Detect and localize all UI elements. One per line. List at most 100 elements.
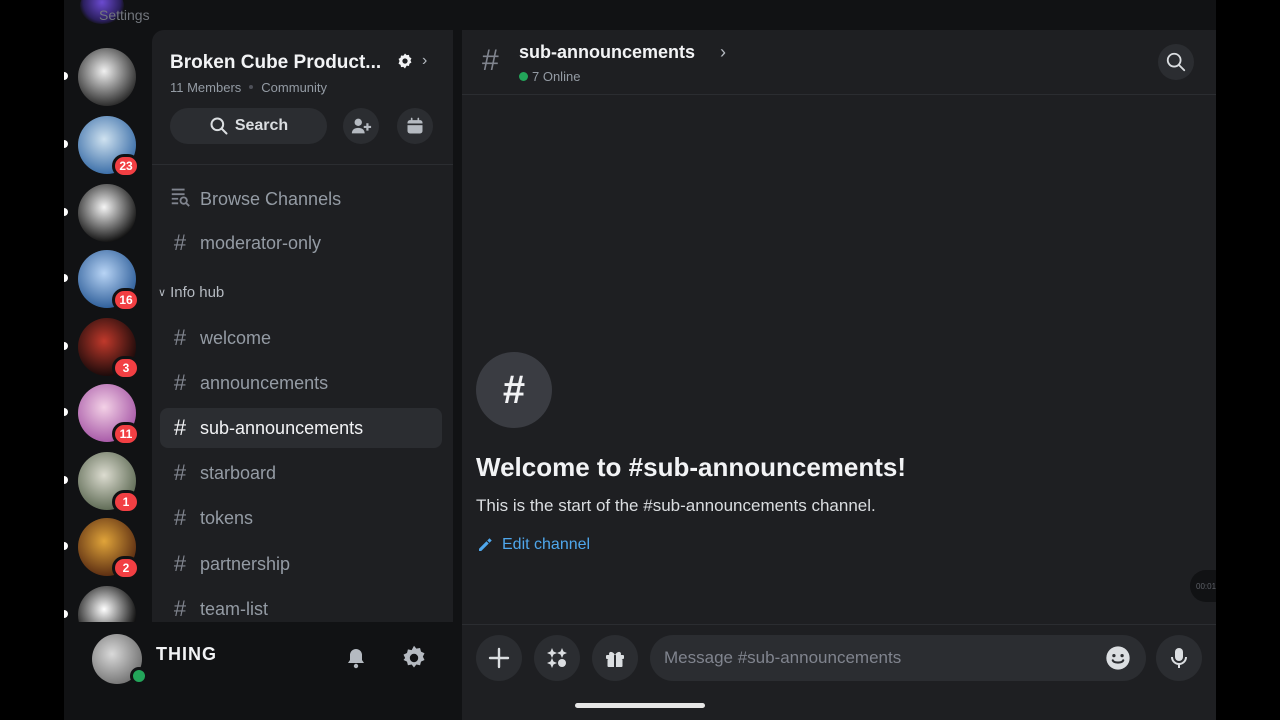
calendar-icon xyxy=(407,117,423,134)
channel-partnership[interactable]: # partnership xyxy=(160,544,442,584)
voice-message-button[interactable] xyxy=(1156,635,1202,681)
unread-pill xyxy=(64,408,68,416)
apps-button[interactable] xyxy=(534,635,580,681)
mention-badge: 3 xyxy=(112,356,140,380)
notifications-button[interactable] xyxy=(340,642,372,674)
server-icon-1[interactable] xyxy=(78,48,136,106)
online-dot-icon xyxy=(519,72,528,81)
channel-tokens[interactable]: # tokens xyxy=(160,498,442,538)
unread-pill xyxy=(64,610,68,618)
browse-icon xyxy=(160,185,200,213)
online-count: 7 Online xyxy=(519,69,580,84)
mention-badge: 23 xyxy=(112,154,140,178)
header-search-button[interactable] xyxy=(1158,44,1194,80)
welcome-subtitle: This is the start of the #sub-announceme… xyxy=(476,496,876,515)
chevron-right-icon[interactable]: › xyxy=(720,42,726,63)
invite-button[interactable] xyxy=(343,108,379,144)
user-settings-button[interactable] xyxy=(398,642,430,674)
hash-icon: # xyxy=(173,551,187,576)
plus-icon xyxy=(488,647,510,669)
unread-pill xyxy=(64,72,68,80)
events-button[interactable] xyxy=(397,108,433,144)
member-count: 11 Members xyxy=(170,80,242,95)
search-button[interactable]: Search xyxy=(170,108,327,144)
channel-label: announcements xyxy=(200,372,329,393)
gear-icon xyxy=(403,645,425,668)
chevron-down-icon: ∨ xyxy=(158,287,167,299)
search-label: Search xyxy=(234,117,289,134)
server-icon-9[interactable] xyxy=(78,586,136,622)
server-icon-4[interactable]: 16 xyxy=(78,250,140,312)
server-icon-3[interactable] xyxy=(78,184,136,242)
apps-icon xyxy=(547,648,567,668)
channel-moderator-only[interactable]: # moderator-only xyxy=(160,223,442,263)
discord-app: Settings 23 16 3 11 1 2 Broken Cube Prod… xyxy=(64,0,1216,720)
bell-icon xyxy=(348,649,364,669)
hash-icon: # xyxy=(173,460,187,485)
hash-icon: # xyxy=(173,596,187,621)
unread-pill xyxy=(64,208,68,216)
guild-settings-icon[interactable] xyxy=(396,52,414,75)
status-bar: Settings xyxy=(64,0,1216,28)
edit-channel-label: Edit channel xyxy=(502,536,591,553)
user-name[interactable]: THING xyxy=(156,644,217,665)
hash-icon: # xyxy=(173,415,187,440)
microphone-icon xyxy=(1171,648,1187,668)
search-icon xyxy=(210,117,228,135)
browse-channels-item[interactable]: Browse Channels xyxy=(160,179,442,219)
unread-pill xyxy=(64,342,68,350)
channel-label: partnership xyxy=(200,553,291,574)
server-icon-5[interactable]: 3 xyxy=(78,318,140,380)
guild-meta: 11 Members Community xyxy=(170,80,327,95)
unread-pill xyxy=(64,542,68,550)
category-info-hub[interactable]: ∨ Info hub xyxy=(158,284,224,301)
server-icon-7[interactable]: 1 xyxy=(78,452,140,514)
server-icon-8[interactable]: 2 xyxy=(78,518,140,580)
channel-label: starboard xyxy=(200,462,277,483)
search-icon xyxy=(1166,52,1186,72)
mention-badge: 11 xyxy=(112,422,140,446)
chevron-right-icon[interactable]: › xyxy=(422,52,427,70)
message-input[interactable]: Message #sub-announcements xyxy=(650,635,1146,681)
channel-title[interactable]: sub-announcements xyxy=(519,42,695,63)
server-icon-2[interactable]: 23 xyxy=(78,116,140,178)
pencil-icon xyxy=(479,538,492,551)
guild-name[interactable]: Broken Cube Product... xyxy=(170,52,381,74)
channel-starboard[interactable]: # starboard xyxy=(160,453,442,493)
channel-label: welcome xyxy=(200,327,272,348)
channel-team-list[interactable]: # team-list xyxy=(160,589,442,622)
locked-hash-icon: # xyxy=(173,230,187,255)
message-placeholder: Message #sub-announcements xyxy=(664,648,902,667)
emoji-icon[interactable] xyxy=(1104,644,1132,672)
channel-hash-icon: # xyxy=(476,352,552,428)
channel-welcome[interactable]: # welcome xyxy=(160,318,442,358)
unread-pill xyxy=(64,274,68,282)
unread-pill xyxy=(64,476,68,484)
mention-badge: 2 xyxy=(112,556,140,580)
server-icon-6[interactable]: 11 xyxy=(78,384,140,446)
status-label: Settings xyxy=(99,7,150,23)
divider xyxy=(152,164,453,165)
channel-sub-announcements[interactable]: # sub-announcements xyxy=(160,408,442,448)
hash-icon: # xyxy=(173,505,187,530)
chat-area: # sub-announcements › 7 Online # Welcome… xyxy=(462,30,1216,720)
channel-label: sub-announcements xyxy=(200,417,364,438)
online-label: 7 Online xyxy=(532,69,581,84)
add-user-icon xyxy=(351,118,372,134)
edit-channel-link[interactable]: Edit channel xyxy=(476,536,590,554)
gift-icon xyxy=(606,651,624,667)
add-attachment-button[interactable] xyxy=(476,635,522,681)
channel-announcements[interactable]: # announcements xyxy=(160,363,442,403)
mention-badge: 16 xyxy=(112,288,140,312)
user-panel: THING xyxy=(64,622,462,720)
server-rail: 23 16 3 11 1 2 xyxy=(64,28,150,622)
divider xyxy=(462,624,1216,625)
welcome-title: Welcome to #sub-announcements! xyxy=(476,452,907,482)
home-indicator[interactable] xyxy=(575,703,705,708)
gift-button[interactable] xyxy=(592,635,638,681)
timestamp-bubble: 00:01 xyxy=(1190,570,1216,602)
unread-pill xyxy=(64,140,68,148)
mention-badge: 1 xyxy=(112,490,140,514)
hash-icon: # xyxy=(173,370,187,395)
chat-header: # sub-announcements › 7 Online xyxy=(462,30,1216,95)
